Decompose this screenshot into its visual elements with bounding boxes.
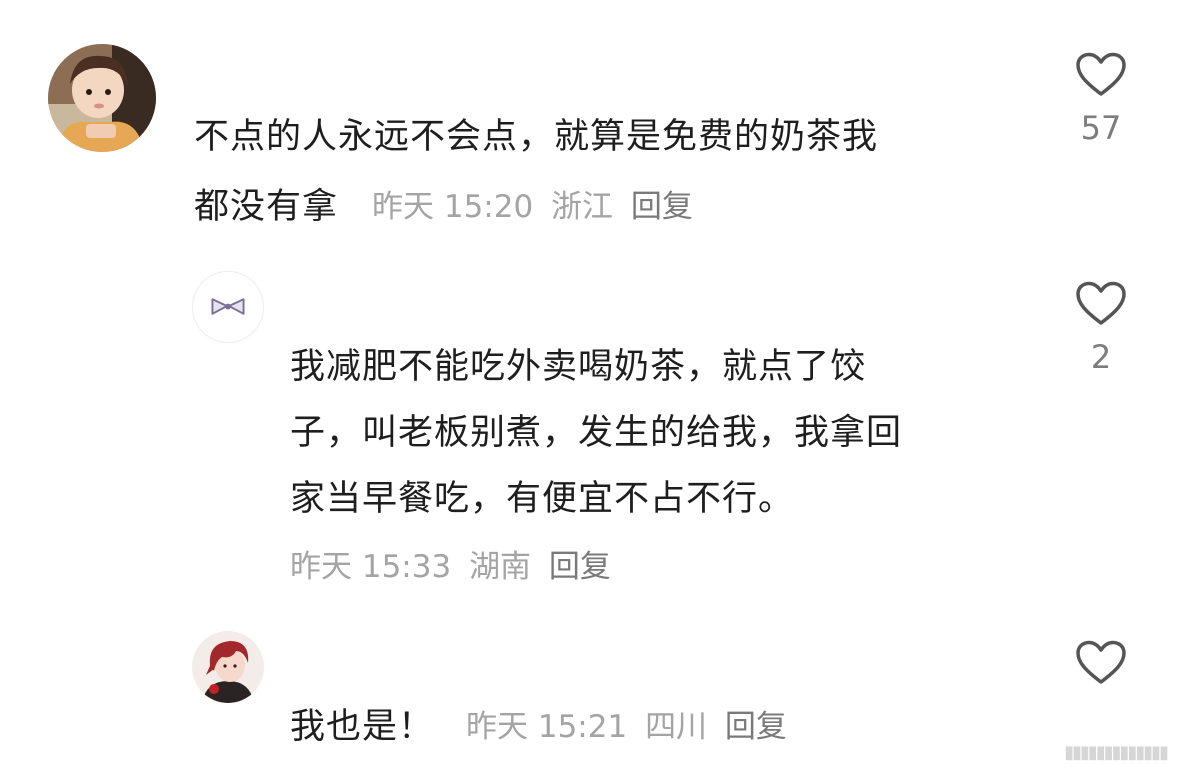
user-avatar[interactable]: [48, 44, 156, 152]
comment-text-line: 我也是！: [290, 707, 435, 747]
girl-avatar-icon: [48, 44, 156, 152]
comment-meta: 昨天 15:33 湖南 回复: [290, 552, 619, 583]
reply-button[interactable]: 回复: [549, 549, 611, 585]
comment-time: 昨天 15:20: [372, 189, 534, 225]
comment-text-line: 不点的人永远不会点，就算是免费的奶茶我: [194, 117, 879, 157]
reply-button[interactable]: 回复: [725, 709, 787, 745]
like-count: 2: [1090, 338, 1112, 376]
comment-location: 四川: [645, 709, 708, 745]
anime-avatar-icon: [192, 631, 264, 703]
like-button[interactable]: [1071, 640, 1131, 686]
comment-meta: 昨天 15:21 四川 回复: [466, 712, 795, 743]
comment-text-line: 家当早餐吃，有便宜不占不行。: [290, 479, 795, 519]
comment-time: 昨天 15:33: [290, 549, 452, 585]
comment-location: 浙江: [551, 189, 614, 225]
heart-outline-icon: [1076, 281, 1126, 325]
bow-avatar-icon: [193, 272, 263, 342]
like-button[interactable]: 57: [1071, 52, 1131, 144]
reply-button[interactable]: 回复: [631, 189, 693, 225]
heart-outline-icon: [1076, 640, 1126, 684]
comment-text-line: 子，叫老板别煮，发生的给我，我拿回: [290, 413, 903, 453]
user-avatar[interactable]: [192, 631, 264, 703]
comment-meta: 昨天 15:20 浙江 回复: [372, 192, 701, 223]
heart-outline-icon: [1076, 52, 1126, 96]
comment-time: 昨天 15:21: [466, 709, 628, 745]
watermark: ▮▮▮▮▮▮▮▮▮▮▮▮▮: [1064, 742, 1169, 763]
user-avatar[interactable]: [192, 271, 264, 343]
like-button[interactable]: 2: [1071, 281, 1131, 373]
like-count: 57: [1080, 109, 1122, 147]
comment-location: 湖南: [469, 549, 532, 585]
comment-text-line: 都没有拿: [194, 187, 339, 227]
comment-text-line: 我减肥不能吃外卖喝奶茶，就点了饺: [290, 347, 867, 387]
